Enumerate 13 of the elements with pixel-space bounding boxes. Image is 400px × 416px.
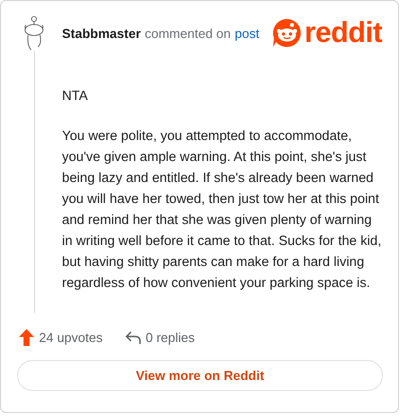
reddit-logo: reddit bbox=[304, 18, 382, 48]
upvote-icon[interactable] bbox=[19, 329, 34, 346]
avatar-icon bbox=[22, 15, 46, 51]
comment-text: You were polite, you attempted to accommodate, you've given ample warning. At this point, she's just being lazy and entitled. If she's already been warned you will have her towed, then just tow her at this point and remind her that she was given plenty of warning in writing well before it came to that. Sucks for the kid, but having shitty parents can make for a hard living regardless of how convenient your parking space is. bbox=[62, 127, 382, 292]
comment-text: NTA bbox=[62, 87, 89, 105]
comment-action: commented on bbox=[144, 26, 231, 40]
reddit-logo-icon bbox=[272, 18, 302, 48]
reply-icon[interactable] bbox=[124, 330, 141, 344]
post-link[interactable]: post bbox=[234, 26, 260, 40]
reply-count: 0 replies bbox=[146, 330, 195, 345]
author-name[interactable]: Stabbmaster bbox=[62, 26, 141, 40]
view-more-button[interactable]: View more on Reddit bbox=[17, 360, 383, 391]
upvote-count: 24 upvotes bbox=[39, 330, 103, 345]
